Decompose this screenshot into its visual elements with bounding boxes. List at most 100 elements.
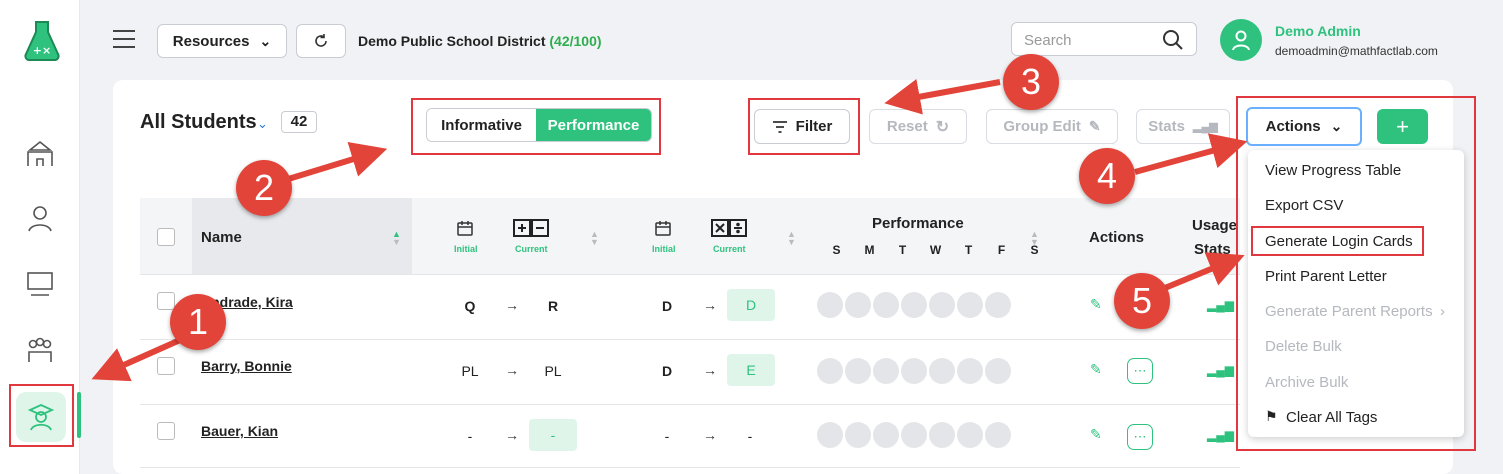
sort-icon[interactable]: ▲ ▼ [787, 230, 796, 247]
group-edit-button[interactable]: Group Edit ✎ [986, 109, 1118, 144]
row-divider [140, 274, 1240, 275]
more-options-button[interactable]: ⋯ [1127, 358, 1153, 384]
highlight-view-toggle [411, 98, 661, 155]
arrow-right-icon: → [703, 427, 717, 443]
performance-circles [817, 422, 1011, 448]
multdiv-current: - [747, 428, 753, 444]
callout-5: 5 [1114, 273, 1170, 329]
multdiv-initial: D [661, 298, 673, 314]
sort-icon[interactable]: ▲ ▼ [392, 230, 401, 247]
multiplication-division-icon [711, 219, 747, 237]
arrow-right-icon: → [505, 297, 519, 313]
sort-icon[interactable]: ▲ ▼ [1030, 230, 1039, 247]
actions-header: Actions [1089, 229, 1145, 246]
edit-icon[interactable]: ✎ [1090, 426, 1102, 443]
highlight-filter [748, 98, 860, 155]
addsub-current: - [529, 419, 577, 451]
row-divider [140, 404, 1240, 405]
current-label: Current [713, 244, 746, 254]
district-count: (42/100) [549, 33, 602, 49]
name-header[interactable]: Name [201, 229, 242, 246]
refresh-button[interactable] [296, 24, 346, 58]
user-email: demoadmin@mathfactlab.com [1275, 44, 1438, 58]
multdiv-current: D [727, 289, 775, 321]
addsub-initial: - [467, 428, 473, 444]
row-checkbox[interactable] [157, 422, 175, 440]
stats-header: Stats [1194, 241, 1231, 258]
calendar-icon [655, 221, 671, 236]
search-placeholder: Search [1024, 32, 1072, 49]
bar-chart-icon: ▂▄▆ [1192, 121, 1218, 133]
refresh-icon [315, 34, 327, 47]
arrow-right-icon: → [505, 427, 519, 443]
page-title[interactable]: All Students [140, 111, 257, 134]
avatar[interactable] [1220, 19, 1262, 61]
chevron-down-icon[interactable]: ⌄ [257, 116, 268, 132]
row-checkbox[interactable] [157, 292, 175, 310]
student-count-badge: 42 [281, 111, 317, 133]
search-input[interactable]: Search [1011, 22, 1197, 56]
highlight-students-nav [9, 384, 74, 447]
calendar-icon [457, 221, 473, 236]
classroom-icon[interactable] [22, 266, 58, 302]
performance-circles [817, 292, 1011, 318]
active-indicator [77, 392, 81, 438]
arrow-right-icon: → [505, 362, 519, 378]
stats-button[interactable]: Stats ▂▄▆ [1136, 109, 1230, 144]
addsub-current: PL [544, 363, 562, 379]
initial-label: Initial [652, 244, 676, 254]
current-label: Current [515, 244, 548, 254]
edit-icon[interactable]: ✎ [1090, 361, 1102, 378]
row-divider [140, 339, 1240, 340]
multdiv-initial: D [661, 363, 673, 379]
sort-icon[interactable]: ▲ ▼ [590, 230, 599, 247]
menu-icon[interactable] [113, 30, 135, 50]
school-icon[interactable] [22, 136, 58, 172]
initial-label: Initial [454, 244, 478, 254]
resources-dropdown[interactable]: Resources ⌄ [157, 24, 287, 58]
arrow-right-icon: → [703, 297, 717, 313]
resources-label: Resources [172, 32, 250, 50]
addition-subtraction-icon [513, 219, 549, 237]
usage-header: Usage [1192, 217, 1238, 234]
stats-icon[interactable]: ▂▄▆ [1207, 298, 1234, 312]
district-name: Demo Public School District [358, 33, 546, 49]
arrow-right-icon: → [703, 362, 717, 378]
stats-icon[interactable]: ▂▄▆ [1207, 428, 1234, 442]
day-label: F [997, 243, 1006, 257]
row-checkbox[interactable] [157, 357, 175, 375]
edit-icon[interactable]: ✎ [1090, 296, 1102, 313]
student-name-link[interactable]: Bauer, Kian [201, 423, 278, 439]
more-options-button[interactable]: ⋯ [1127, 424, 1153, 450]
multdiv-current: E [727, 354, 775, 386]
stats-label: Stats [1148, 118, 1185, 135]
teacher-gear-icon[interactable] [22, 200, 58, 236]
search-icon [1163, 30, 1183, 50]
reset-button[interactable]: Reset ↻ [869, 109, 967, 144]
callout-2: 2 [236, 160, 292, 216]
select-all-checkbox[interactable] [157, 228, 175, 246]
day-label: W [929, 243, 942, 257]
day-label: M [864, 243, 875, 257]
highlight-actions-menu [1236, 96, 1476, 451]
highlight-generate-login-cards [1251, 226, 1424, 256]
day-label: T [898, 243, 907, 257]
chevron-down-icon: ⌄ [259, 32, 272, 49]
group-icon[interactable] [22, 332, 58, 368]
addsub-initial: Q [464, 298, 476, 314]
reset-label: Reset [886, 118, 928, 135]
day-label: S [832, 243, 841, 257]
callout-4: 4 [1079, 148, 1135, 204]
flask-logo-icon: +× [24, 21, 60, 62]
multdiv-initial: - [664, 428, 670, 444]
student-name-link[interactable]: Barry, Bonnie [201, 358, 292, 374]
performance-header: Performance [872, 215, 964, 232]
stats-icon[interactable]: ▂▄▆ [1207, 363, 1234, 377]
row-divider [140, 467, 1240, 468]
performance-circles [817, 358, 1011, 384]
user-icon [1232, 30, 1250, 51]
addsub-initial: PL [461, 363, 479, 379]
callout-3: 3 [1003, 54, 1059, 110]
group-edit-label: Group Edit [1003, 118, 1081, 135]
refresh-icon: ↻ [935, 118, 950, 136]
